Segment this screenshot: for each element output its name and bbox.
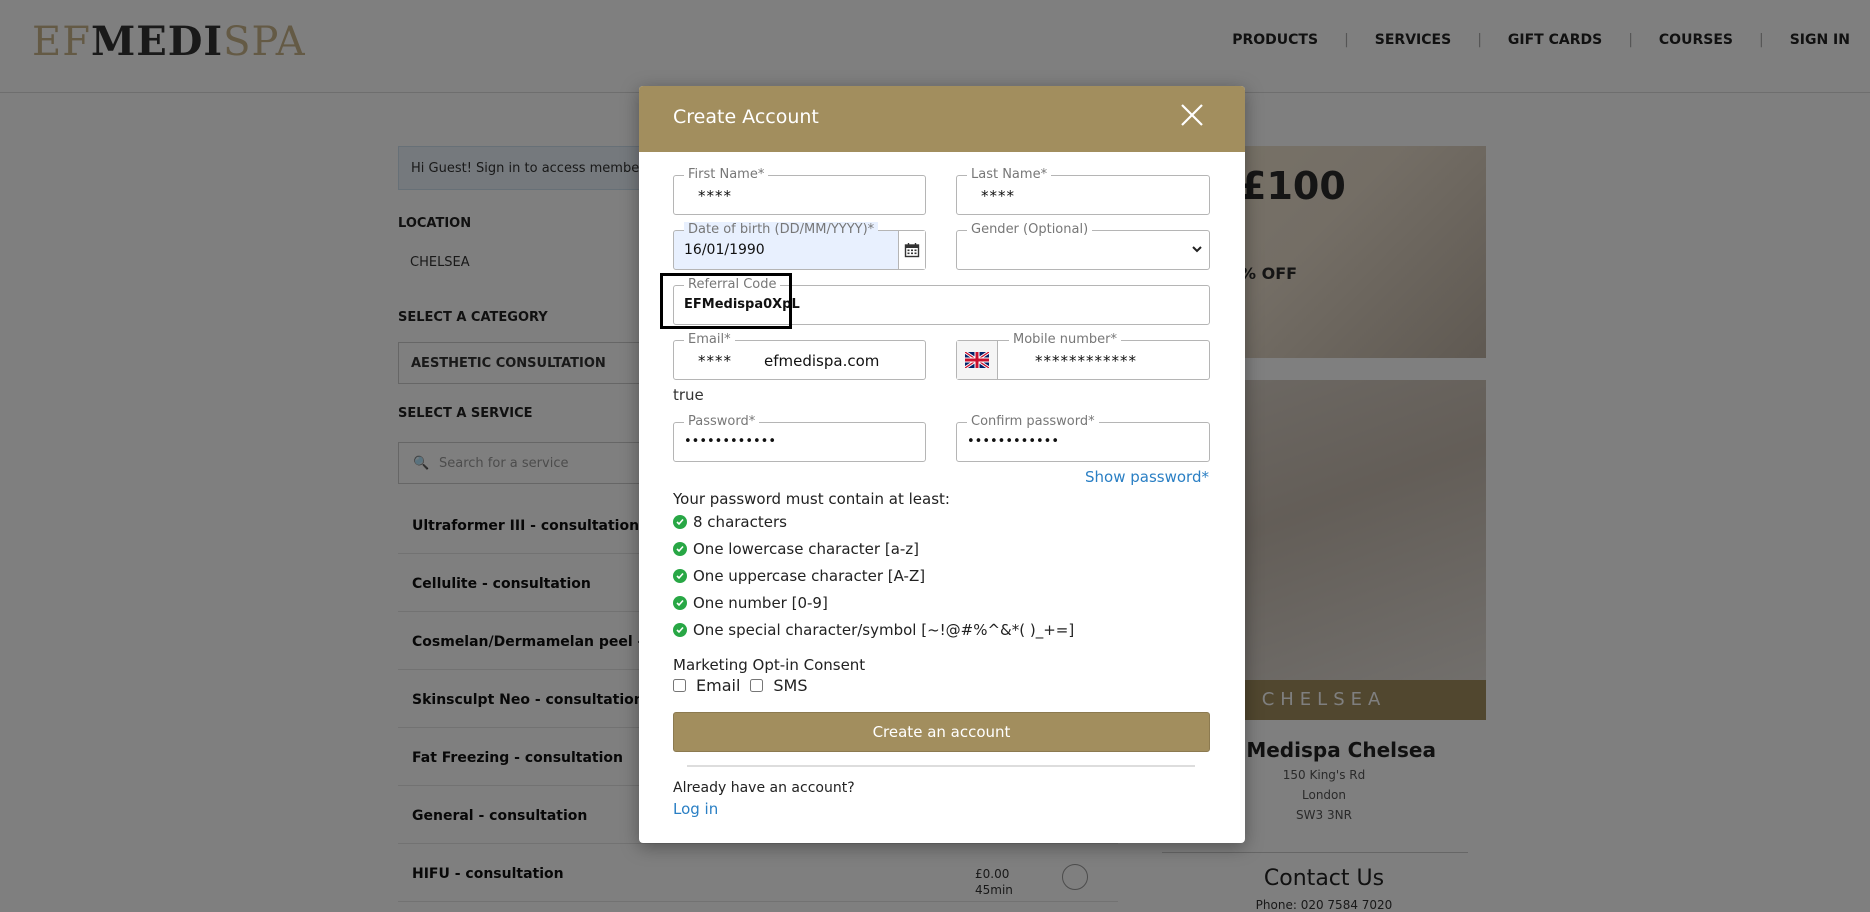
email-consent-checkbox[interactable]	[673, 679, 686, 692]
login-link[interactable]: Log in	[673, 800, 718, 818]
create-account-modal: Create Account First Name* **** Last Nam…	[639, 86, 1245, 843]
sms-consent-checkbox[interactable]	[750, 679, 764, 692]
uk-flag-icon	[965, 352, 989, 368]
focus-highlight-box	[660, 273, 792, 329]
debug-true-text: true	[673, 386, 704, 404]
create-account-button[interactable]: Create an account	[673, 712, 1210, 752]
check-circle-icon	[673, 596, 687, 610]
last-name-field[interactable]: Last Name* ****	[956, 167, 1210, 215]
first-name-field[interactable]: First Name* ****	[673, 167, 926, 215]
show-password-link[interactable]: Show password*	[1085, 468, 1209, 486]
marketing-consent-options: Email SMS	[673, 676, 818, 695]
password-rule: One lowercase character [a-z]	[673, 540, 919, 558]
marketing-consent-title: Marketing Opt-in Consent	[673, 656, 866, 674]
check-circle-icon	[673, 623, 687, 637]
password-rule: One number [0-9]	[673, 594, 828, 612]
password-rule: One special character/symbol [~!@#%^&*( …	[673, 621, 1074, 639]
mobile-number-field[interactable]: Mobile number* ************	[956, 332, 1210, 380]
chevron-down-icon	[1192, 246, 1202, 253]
gender-select[interactable]: Gender (Optional)	[956, 222, 1210, 270]
close-button[interactable]	[1179, 102, 1205, 128]
calendar-icon	[904, 243, 920, 258]
modal-title: Create Account	[673, 106, 819, 128]
already-have-account-text: Already have an account?	[673, 780, 855, 796]
country-flag-selector[interactable]	[957, 341, 998, 379]
confirm-password-field[interactable]: Confirm password* ••••••••••••	[956, 414, 1210, 462]
password-rules-title: Your password must contain at least:	[673, 490, 950, 508]
email-field[interactable]: Email* **** efmedispa.com	[673, 332, 926, 380]
email-consent-label[interactable]: Email	[696, 676, 740, 695]
password-rule: 8 characters	[673, 513, 787, 531]
modal-header: Create Account	[639, 86, 1245, 152]
password-rule: One uppercase character [A-Z]	[673, 567, 925, 585]
sms-consent-label[interactable]: SMS	[773, 676, 807, 695]
password-field[interactable]: Password* ••••••••••••	[673, 414, 926, 462]
modal-divider	[687, 765, 1195, 767]
close-icon	[1181, 104, 1203, 126]
date-of-birth-field[interactable]: Date of birth (DD/MM/YYYY)* 16/01/1990	[673, 222, 926, 270]
calendar-button[interactable]	[898, 231, 925, 269]
check-circle-icon	[673, 515, 687, 529]
check-circle-icon	[673, 569, 687, 583]
check-circle-icon	[673, 542, 687, 556]
